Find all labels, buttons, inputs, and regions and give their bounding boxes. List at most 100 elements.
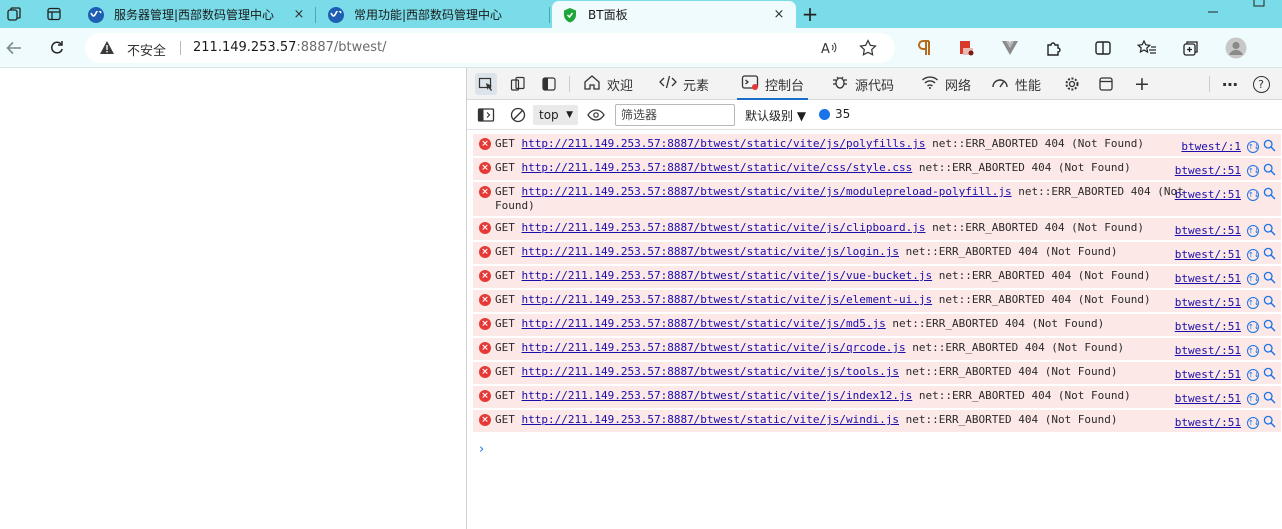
inspect-element-icon[interactable]: [475, 73, 497, 95]
console-error-row[interactable]: × GET http://211.149.253.57:8887/btwest/s…: [473, 410, 1281, 434]
browser-tab[interactable]: 服务器管理|西部数码管理中心 ×: [78, 1, 316, 28]
devtools-tab-elements[interactable]: 元素: [659, 68, 709, 100]
network-request-icon[interactable]: ↑↓: [1247, 417, 1260, 429]
request-url-link[interactable]: http://211.149.253.57:8887/btwest/static…: [522, 389, 913, 402]
minimize-icon[interactable]: [1190, 0, 1236, 28]
tab-actions-icon[interactable]: [44, 4, 64, 24]
application-panel-icon[interactable]: [1095, 73, 1117, 95]
search-icon[interactable]: [1263, 319, 1277, 333]
network-request-icon[interactable]: ↑↓: [1247, 321, 1260, 333]
network-request-icon[interactable]: ↑↓: [1247, 345, 1260, 357]
favorites-icon[interactable]: [1135, 36, 1159, 60]
devtools-tab-network[interactable]: 网络: [921, 68, 971, 100]
source-location-link[interactable]: btwest/:51: [1175, 416, 1241, 430]
favorite-star-icon[interactable]: [859, 39, 877, 60]
warning-icon[interactable]: [99, 40, 115, 58]
network-request-icon[interactable]: ↑↓: [1247, 369, 1260, 381]
network-request-icon[interactable]: ↑↓: [1247, 225, 1260, 237]
console-error-row[interactable]: × GET http://211.149.253.57:8887/btwest/s…: [473, 290, 1281, 314]
devtools-tab-welcome[interactable]: 欢迎: [583, 68, 633, 100]
source-location-link[interactable]: btwest/:51: [1175, 392, 1241, 406]
url-text[interactable]: 211.149.253.57:8887/btwest/: [193, 40, 386, 55]
network-request-icon[interactable]: ↑↓: [1247, 297, 1260, 309]
source-location-link[interactable]: btwest/:51: [1175, 224, 1241, 238]
console-prompt-chevron-icon[interactable]: ›: [479, 442, 484, 457]
settings-gear-icon[interactable]: [1061, 73, 1083, 95]
close-tab-icon[interactable]: ×: [770, 5, 788, 23]
back-arrow-icon[interactable]: [2, 36, 26, 60]
search-icon[interactable]: [1263, 139, 1277, 153]
context-selector[interactable]: top ▼: [533, 105, 578, 125]
browser-tab[interactable]: 常用功能|西部数码管理中心: [318, 1, 550, 28]
source-location-link[interactable]: btwest/:51: [1175, 296, 1241, 310]
search-icon[interactable]: [1263, 247, 1277, 261]
network-request-icon[interactable]: ↑↓: [1247, 273, 1260, 285]
extensions-puzzle-icon[interactable]: [1042, 36, 1066, 60]
source-location-link[interactable]: btwest/:1: [1181, 140, 1241, 154]
console-error-row[interactable]: × GET http://211.149.253.57:8887/btwest/s…: [473, 362, 1281, 386]
new-tab-icon[interactable]: +: [800, 2, 820, 26]
device-emulation-icon[interactable]: [507, 73, 529, 95]
clear-console-icon[interactable]: [507, 104, 529, 126]
request-url-link[interactable]: http://211.149.253.57:8887/btwest/static…: [522, 293, 933, 306]
console-error-row[interactable]: × GET http://211.149.253.57:8887/btwest/s…: [473, 158, 1281, 182]
search-icon[interactable]: [1263, 271, 1277, 285]
extension-vue-icon[interactable]: [998, 36, 1022, 60]
request-url-link[interactable]: http://211.149.253.57:8887/btwest/static…: [522, 221, 926, 234]
profile-avatar-icon[interactable]: [1224, 36, 1248, 60]
request-url-link[interactable]: http://211.149.253.57:8887/btwest/static…: [522, 245, 900, 258]
request-url-link[interactable]: http://211.149.253.57:8887/btwest/static…: [522, 161, 913, 174]
more-options-icon[interactable]: ⋯: [1219, 73, 1241, 95]
help-icon[interactable]: ?: [1250, 73, 1272, 95]
refresh-icon[interactable]: [45, 36, 69, 60]
console-error-row[interactable]: × GET http://211.149.253.57:8887/btwest/s…: [473, 182, 1281, 218]
request-url-link[interactable]: http://211.149.253.57:8887/btwest/static…: [522, 341, 906, 354]
source-location-link[interactable]: btwest/:51: [1175, 320, 1241, 334]
source-location-link[interactable]: btwest/:51: [1175, 164, 1241, 178]
close-tab-icon[interactable]: ×: [290, 5, 308, 23]
workspaces-icon[interactable]: [4, 4, 24, 24]
log-levels-dropdown[interactable]: 默认级别 ▼: [745, 107, 806, 124]
console-error-row[interactable]: × GET http://211.149.253.57:8887/btwest/s…: [473, 218, 1281, 242]
sidebar-toggle-icon[interactable]: [475, 104, 497, 126]
search-icon[interactable]: [1263, 367, 1277, 381]
read-aloud-icon[interactable]: A: [820, 39, 838, 60]
extension-pilcrow-icon[interactable]: [912, 36, 936, 60]
search-icon[interactable]: [1263, 415, 1277, 429]
devtools-tab-sources[interactable]: 源代码: [831, 68, 894, 100]
dock-side-icon[interactable]: [538, 73, 560, 95]
source-location-link[interactable]: btwest/:51: [1175, 368, 1241, 382]
search-icon[interactable]: [1263, 343, 1277, 357]
extension-pdf-icon[interactable]: [954, 36, 978, 60]
search-icon[interactable]: [1263, 163, 1277, 177]
source-location-link[interactable]: btwest/:51: [1175, 344, 1241, 358]
request-url-link[interactable]: http://211.149.253.57:8887/btwest/static…: [522, 185, 1012, 198]
network-request-icon[interactable]: ↑↓: [1247, 141, 1260, 153]
more-tools-plus-icon[interactable]: +: [1131, 73, 1153, 95]
network-request-icon[interactable]: ↑↓: [1247, 189, 1260, 201]
request-url-link[interactable]: http://211.149.253.57:8887/btwest/static…: [522, 413, 900, 426]
console-error-row[interactable]: × GET http://211.149.253.57:8887/btwest/s…: [473, 134, 1281, 158]
request-url-link[interactable]: http://211.149.253.57:8887/btwest/static…: [522, 317, 886, 330]
split-screen-icon[interactable]: [1091, 36, 1115, 60]
console-error-row[interactable]: × GET http://211.149.253.57:8887/btwest/s…: [473, 242, 1281, 266]
security-label[interactable]: 不安全: [127, 40, 166, 59]
search-icon[interactable]: [1263, 391, 1277, 405]
console-error-row[interactable]: × GET http://211.149.253.57:8887/btwest/s…: [473, 338, 1281, 362]
maximize-icon[interactable]: [1236, 0, 1282, 28]
live-expression-eye-icon[interactable]: [585, 104, 607, 126]
console-error-row[interactable]: × GET http://211.149.253.57:8887/btwest/s…: [473, 314, 1281, 338]
search-icon[interactable]: [1263, 187, 1277, 201]
request-url-link[interactable]: http://211.149.253.57:8887/btwest/static…: [522, 137, 926, 150]
network-request-icon[interactable]: ↑↓: [1247, 249, 1260, 261]
console-error-row[interactable]: × GET http://211.149.253.57:8887/btwest/s…: [473, 386, 1281, 410]
issues-counter[interactable]: 35: [819, 107, 850, 121]
request-url-link[interactable]: http://211.149.253.57:8887/btwest/static…: [522, 365, 900, 378]
search-icon[interactable]: [1263, 223, 1277, 237]
network-request-icon[interactable]: ↑↓: [1247, 393, 1260, 405]
source-location-link[interactable]: btwest/:51: [1175, 248, 1241, 262]
address-bar[interactable]: 不安全 211.149.253.57:8887/btwest/ A: [85, 33, 895, 63]
search-icon[interactable]: [1263, 295, 1277, 309]
source-location-link[interactable]: btwest/:51: [1175, 188, 1241, 202]
devtools-tab-console[interactable]: 控制台: [736, 68, 809, 100]
